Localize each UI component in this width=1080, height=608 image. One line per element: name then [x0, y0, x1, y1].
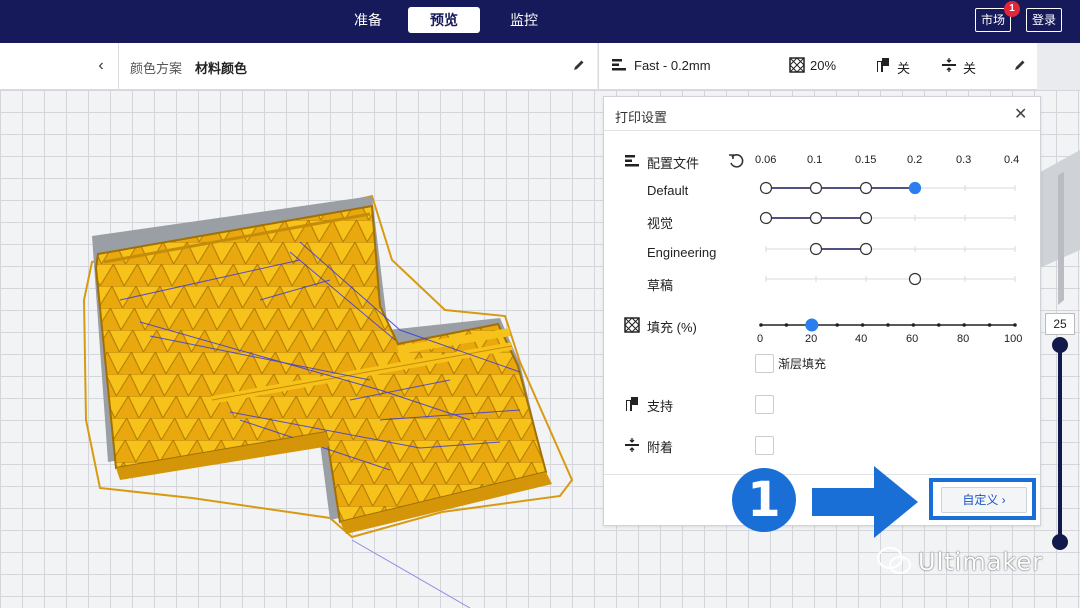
infill-tick: 60	[906, 333, 919, 345]
custom-button-label: 自定义	[962, 493, 999, 507]
adhesion-summary: 关	[963, 61, 977, 76]
notification-badge: 1	[1004, 1, 1020, 17]
adhesion-icon	[625, 438, 639, 452]
layer-height-marker	[809, 181, 823, 195]
top-bar: 准备 预览 监控 市场 1 登录	[0, 0, 1080, 43]
layer-height-marker	[908, 272, 922, 286]
color-scheme-label: 颜色方案	[130, 61, 183, 76]
tab-prepare[interactable]: 准备	[340, 7, 396, 33]
support-icon	[626, 397, 638, 411]
infill-slider-dot	[911, 323, 916, 327]
color-scheme-panel: ‹ 颜色方案 材料颜色	[0, 43, 597, 90]
tab-monitor[interactable]: 监控	[496, 7, 552, 33]
infill-tick: 20	[805, 333, 818, 345]
layer-slider-top-handle[interactable]	[1052, 337, 1068, 353]
profile-icon	[612, 59, 626, 71]
support-summary: 关	[897, 61, 911, 76]
support-label: 支持	[647, 399, 674, 414]
infill-slider-dot	[1013, 323, 1017, 327]
color-scheme-value[interactable]: 材料颜色	[195, 58, 247, 77]
selected-layer-height-marker	[908, 181, 922, 195]
gradual-infill-label: 渐层填充	[778, 357, 827, 371]
layer-slider-track[interactable]	[1058, 342, 1062, 542]
chevron-right-icon: ›	[1001, 493, 1006, 507]
adhesion-label: 附着	[647, 440, 674, 455]
pencil-icon[interactable]	[572, 58, 586, 72]
infill-slider-handle[interactable]	[805, 318, 819, 332]
wechat-logo-icon	[877, 547, 911, 574]
layer-height-marker	[859, 242, 873, 256]
infill-summary: 20%	[810, 58, 837, 73]
print-settings-panel: 打印设置 ✕ 配置文件 0.06 0.1 0.15 0.2 0.3 0.4 De…	[603, 96, 1041, 526]
pencil-icon[interactable]	[1013, 58, 1027, 72]
layer-height-marker	[809, 242, 823, 256]
gradual-infill-checkbox[interactable]	[755, 354, 774, 373]
divider	[118, 43, 119, 89]
layer-height-marker	[809, 211, 823, 225]
infill-slider-dot	[784, 323, 789, 327]
infill-tick: 0	[757, 333, 764, 345]
layer-height-marker	[759, 211, 773, 225]
infill-slider-dot	[962, 323, 966, 327]
infill-slider-dot	[860, 323, 865, 327]
infill-slider-dot	[987, 323, 992, 327]
infill-tick: 100	[1004, 333, 1023, 345]
adhesion-checkbox[interactable]	[755, 436, 774, 455]
print-settings-header[interactable]: Fast - 0.2mm 20% 关 关	[598, 43, 1037, 90]
layer-height-marker	[859, 181, 873, 195]
custom-button[interactable]: 自定义 ›	[941, 487, 1027, 513]
layer-number-label[interactable]: 25	[1045, 313, 1075, 335]
tab-preview[interactable]: 预览	[408, 7, 480, 33]
infill-slider-dot	[886, 323, 890, 327]
infill-slider-dot	[937, 323, 941, 327]
infill-label: 填充 (%)	[647, 320, 697, 335]
step-number-badge: 1	[732, 468, 796, 532]
layer-height-marker	[859, 211, 873, 225]
login-button[interactable]: 登录	[1026, 8, 1063, 32]
support-checkbox[interactable]	[755, 395, 774, 414]
layer-height-marker	[759, 181, 773, 195]
arrow-right-icon	[812, 466, 918, 538]
infill-slider-dot	[759, 323, 763, 327]
collapse-chevron-icon[interactable]: ‹	[94, 57, 108, 75]
layer-slider-bottom-handle[interactable]	[1052, 534, 1068, 550]
infill-tick: 80	[957, 333, 970, 345]
infill-tick: 40	[855, 333, 868, 345]
infill-icon	[789, 57, 805, 73]
watermark-text: Ultimaker	[918, 548, 1044, 576]
adhesion-icon	[942, 58, 956, 72]
support-icon	[877, 58, 889, 72]
highlight-box: 自定义 ›	[929, 478, 1036, 520]
infill-icon	[624, 317, 640, 333]
infill-slider-dot	[835, 323, 839, 327]
profile-summary: Fast - 0.2mm	[634, 58, 711, 73]
